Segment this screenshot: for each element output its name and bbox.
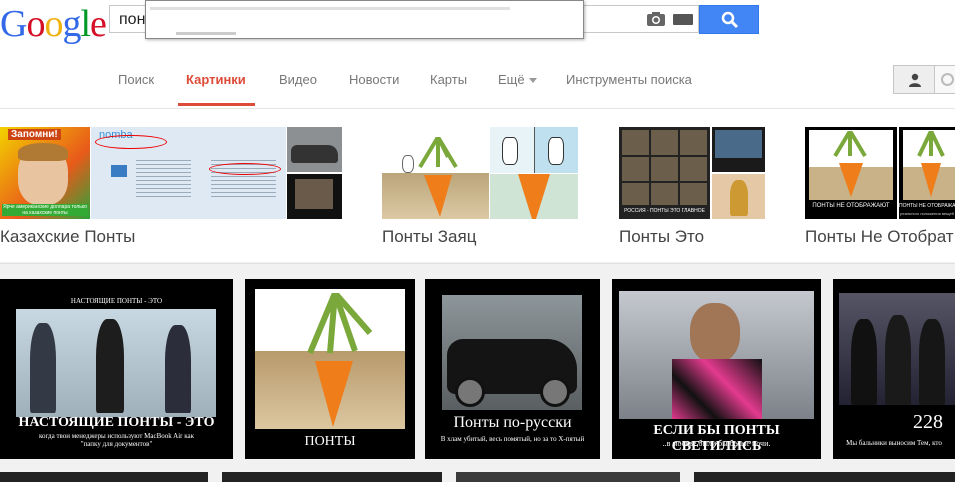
related-item-kazakh-thumb2[interactable]: nomba	[91, 127, 286, 219]
related-title-ne[interactable]: Понты Не Отобрат	[805, 227, 954, 247]
result-title: 228	[913, 411, 943, 433]
thumb-caption: ПОНТЫ НЕ ОТОБРАЖАЮТ	[812, 203, 890, 209]
keyboard-icon[interactable]	[673, 14, 693, 25]
highlight-oval	[209, 163, 281, 175]
result-title: ПОНТЫ	[304, 434, 356, 449]
related-item-kazakh-thumb[interactable]: Запомни! Ярче американские доллара тольк…	[0, 127, 90, 219]
car-image	[291, 145, 338, 163]
related-item-kazakh-thumb3[interactable]	[287, 127, 342, 172]
person-image	[690, 303, 740, 363]
related-item-hare-thumb[interactable]	[382, 127, 489, 219]
result-image-car[interactable]: Понты по-русски В хлам убитый, весь помя…	[425, 279, 600, 459]
text-block	[136, 157, 191, 197]
result-title: Понты по-русски	[453, 414, 572, 431]
result-subtitle: когда твои менеджеры используют MacBook …	[38, 432, 195, 448]
related-item-hare-thumb3[interactable]	[490, 174, 578, 219]
thumb-subcaption: реального положения вещей	[900, 211, 954, 216]
result-image-228[interactable]: 228 Мы бальники выносим Тем, кто	[833, 279, 955, 459]
hair-shape	[18, 143, 68, 161]
person-image	[919, 319, 945, 405]
related-title-hare[interactable]: Понты Заяц	[382, 227, 476, 247]
related-title-kazakh[interactable]: Казахские Понты	[0, 227, 135, 247]
popup-line	[176, 32, 236, 35]
person-image	[851, 319, 877, 405]
search-button[interactable]	[699, 5, 759, 34]
camera-icon[interactable]	[647, 12, 665, 26]
tab-video[interactable]: Видео	[279, 72, 317, 87]
result-image-carrot[interactable]: ПОНТЫ	[245, 279, 415, 459]
envelope-icon	[111, 165, 127, 177]
google-logo[interactable]: Google	[0, 4, 107, 44]
person-image	[165, 325, 191, 413]
moderation-button[interactable]	[934, 65, 955, 94]
rabbit-figure	[402, 155, 414, 173]
poster-image	[295, 179, 333, 209]
poster-image	[715, 130, 762, 158]
result-subtitle: ..в москве были бы белые ночи.	[662, 439, 771, 448]
result-row-partial[interactable]	[456, 472, 680, 482]
safe-search-button[interactable]	[893, 65, 935, 94]
person-image	[730, 180, 748, 216]
top-bar: Google понт	[0, 0, 955, 50]
shirt	[672, 359, 762, 419]
collage-grid	[622, 130, 707, 205]
related-item-eto-thumb2[interactable]	[712, 127, 765, 172]
carrot-icon	[917, 131, 945, 197]
person-image	[30, 323, 56, 413]
autocomplete-popup[interactable]	[145, 0, 584, 39]
wheel	[540, 377, 570, 407]
result-image-macbook[interactable]: НАСТОЯЩИЕ ПОНТЫ - ЭТО НАСТОЯЩИЕ ПОНТЫ - …	[0, 279, 233, 459]
tab-more-label: Ещё	[498, 72, 525, 87]
active-tab-indicator	[178, 103, 255, 106]
highlight-oval	[95, 135, 167, 149]
person-icon	[909, 73, 921, 87]
rabbit-figure	[548, 137, 564, 165]
popup-line	[150, 7, 510, 10]
collage-row-divider	[622, 181, 707, 183]
related-item-eto-thumb[interactable]: РОССИЯ - ПОНТЫ ЭТО ГЛАВНОЕ	[619, 127, 710, 219]
search-icon	[721, 11, 739, 29]
result-row-partial[interactable]	[0, 472, 208, 482]
carrot-icon	[833, 131, 867, 197]
tab-search[interactable]: Поиск	[118, 72, 154, 87]
result-title: НАСТОЯЩИЕ ПОНТЫ - ЭТО	[18, 415, 215, 430]
related-item-kazakh-thumb4[interactable]	[287, 174, 342, 219]
result-subtitle: Мы бальники выносим Тем, кто	[846, 439, 942, 447]
rabbit-figure	[502, 137, 518, 165]
tab-images[interactable]: Картинки	[186, 72, 246, 87]
result-subtitle: В хлам убитый, весь помятый, но за то X-…	[440, 435, 585, 443]
tab-maps[interactable]: Карты	[430, 72, 467, 87]
nav-tabs: Поиск Картинки Видео Новости Карты Ещё И…	[0, 50, 955, 109]
result-row-partial[interactable]	[694, 472, 955, 482]
related-item-ne-thumb[interactable]: ПОНТЫ НЕ ОТОБРАЖАЮТ	[805, 127, 897, 219]
person-image	[96, 319, 124, 413]
thumb-caption: ПОНТЫ НЕ ОТОБРАЖАЮТ	[899, 203, 955, 209]
related-item-eto-thumb3[interactable]	[712, 174, 765, 219]
thumb-headline: Запомни!	[8, 129, 61, 140]
related-item-ne-thumb2[interactable]: ПОНТЫ НЕ ОТОБРАЖАЮТ реального положения …	[899, 127, 955, 219]
carrot-icon	[418, 137, 458, 217]
thumb-caption: Ярче американские доллара только на каза…	[2, 204, 88, 216]
tab-news[interactable]: Новости	[349, 72, 399, 87]
wheel	[455, 377, 485, 407]
divider	[0, 263, 955, 264]
tab-more[interactable]: Ещё	[498, 72, 537, 87]
collage-row-divider	[622, 155, 707, 157]
related-item-hare-thumb2[interactable]	[490, 127, 578, 173]
carrot-icon	[307, 293, 373, 427]
tab-search-tools[interactable]: Инструменты поиска	[566, 72, 692, 87]
result-image-rapper[interactable]: ЕСЛИ БЫ ПОНТЫ СВЕТИЛИСЬ ..в москве были …	[612, 279, 821, 459]
result-row-partial[interactable]	[222, 472, 442, 482]
carrot-icon	[518, 174, 550, 219]
person-image	[885, 315, 911, 405]
result-top-caption: НАСТОЯЩИЕ ПОНТЫ - ЭТО	[70, 297, 163, 305]
related-title-eto[interactable]: Понты Это	[619, 227, 704, 247]
thumb-caption: РОССИЯ - ПОНТЫ ЭТО ГЛАВНОЕ	[624, 208, 705, 214]
chevron-down-icon	[528, 78, 537, 84]
dial-icon	[941, 73, 954, 86]
